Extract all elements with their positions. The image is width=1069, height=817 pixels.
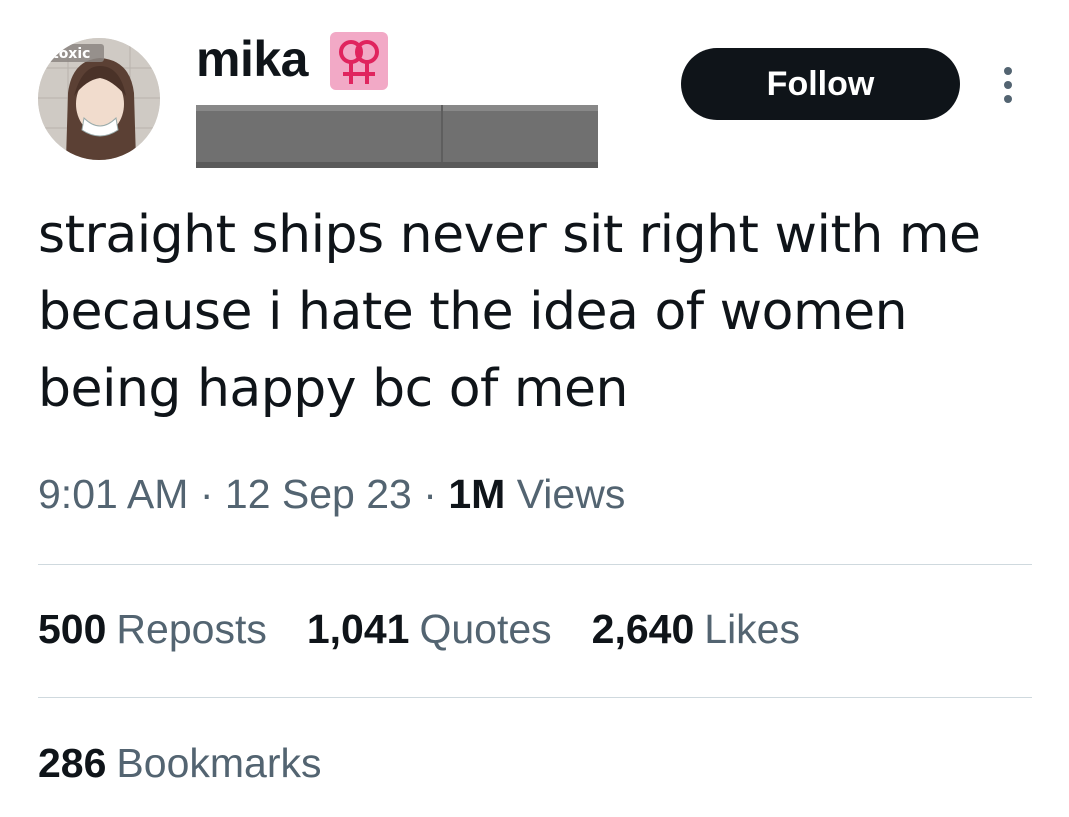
- bookmarks-count: 286: [38, 740, 107, 786]
- author-name-row[interactable]: mika: [196, 30, 388, 90]
- likes-label: Likes: [704, 606, 800, 652]
- divider: [38, 697, 1032, 698]
- tweet-metadata: 9:01 AM · 12 Sep 23 · 1M Views: [38, 471, 625, 518]
- meta-separator: ·: [423, 471, 437, 517]
- redacted-handle: [196, 105, 598, 168]
- tweet-text: straight ships never sit right with me b…: [38, 197, 1048, 428]
- views-count: 1M: [448, 471, 506, 517]
- avatar-image: toxic: [38, 38, 160, 160]
- tweet-text-line: being happy bc of men: [38, 359, 628, 419]
- bookmarks-stat[interactable]: 286 Bookmarks: [38, 740, 321, 787]
- double-female-emoji-icon: [329, 32, 388, 90]
- more-options-icon[interactable]: [990, 62, 1026, 108]
- likes-count: 2,640: [591, 606, 695, 652]
- tweet-text-line: straight ships never sit right with me: [38, 205, 981, 265]
- quotes-count: 1,041: [306, 606, 410, 652]
- reposts-count: 500: [38, 606, 107, 652]
- views-label: Views: [516, 471, 626, 517]
- quotes-stat[interactable]: 1,041 Quotes: [307, 606, 552, 653]
- tweet-text-line: because i hate the idea of women: [38, 282, 908, 342]
- engagement-stats: 500 Reposts 1,041 Quotes 2,640 Likes: [38, 606, 800, 653]
- reposts-label: Reposts: [116, 606, 267, 652]
- bookmarks-label: Bookmarks: [116, 740, 322, 786]
- divider: [38, 564, 1032, 565]
- avatar-label: toxic: [52, 46, 90, 62]
- meta-separator: ·: [199, 471, 214, 517]
- display-name[interactable]: mika: [196, 30, 308, 88]
- tweet-time[interactable]: 9:01 AM: [38, 471, 188, 517]
- follow-button[interactable]: Follow: [681, 48, 960, 120]
- reposts-stat[interactable]: 500 Reposts: [38, 606, 267, 653]
- avatar[interactable]: toxic: [38, 38, 160, 160]
- tweet-date[interactable]: 12 Sep 23: [225, 471, 412, 517]
- likes-stat[interactable]: 2,640 Likes: [592, 606, 800, 653]
- quotes-label: Quotes: [419, 606, 552, 652]
